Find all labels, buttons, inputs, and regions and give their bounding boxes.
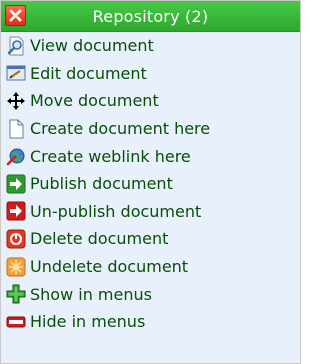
menu-item-unpublish-document[interactable]: Un-publish document — [1, 198, 300, 226]
close-button[interactable] — [5, 5, 26, 26]
publish-arrow-icon — [6, 174, 26, 194]
unpublish-arrow-icon — [6, 201, 26, 221]
menu-item-label: Delete document — [30, 229, 169, 249]
minus-icon — [6, 312, 26, 332]
menu-item-create-document[interactable]: Create document here — [1, 115, 300, 143]
menu-items: View document Edit document Move documen… — [1, 32, 300, 336]
menu-item-hide-in-menus[interactable]: Hide in menus — [1, 308, 300, 336]
menu-item-view-document[interactable]: View document — [1, 32, 300, 60]
menu-item-label: Create document here — [30, 119, 211, 139]
menu-item-label: View document — [30, 36, 154, 56]
menu-item-label: Hide in menus — [30, 312, 146, 332]
menu-item-create-weblink[interactable]: Create weblink here — [1, 142, 300, 170]
menu-item-label: Move document — [30, 91, 159, 111]
menu-item-label: Publish document — [30, 174, 173, 194]
menu-item-show-in-menus[interactable]: Show in menus — [1, 280, 300, 308]
blank-document-icon — [6, 119, 26, 139]
menu-item-publish-document[interactable]: Publish document — [1, 170, 300, 198]
move-arrows-icon — [6, 91, 26, 111]
menu-item-label: Show in menus — [30, 284, 152, 304]
plus-icon — [6, 284, 26, 304]
menu-item-delete-document[interactable]: Delete document — [1, 225, 300, 253]
menu-header: Repository (2) — [1, 1, 300, 32]
menu-item-move-document[interactable]: Move document — [1, 87, 300, 115]
edit-icon — [6, 63, 26, 83]
menu-item-undelete-document[interactable]: Undelete document — [1, 253, 300, 281]
close-icon — [9, 9, 22, 22]
delete-icon — [6, 229, 26, 249]
magnifier-icon — [6, 36, 26, 56]
globe-link-icon — [6, 146, 26, 166]
menu-item-label: Undelete document — [30, 257, 189, 277]
menu-item-label: Create weblink here — [30, 146, 191, 166]
undelete-icon — [6, 257, 26, 277]
menu-title: Repository (2) — [92, 6, 209, 26]
menu-item-edit-document[interactable]: Edit document — [1, 60, 300, 88]
context-menu: Repository (2) View document Edit docume… — [0, 0, 301, 364]
menu-item-label: Un-publish document — [30, 201, 202, 221]
menu-item-label: Edit document — [30, 63, 147, 83]
